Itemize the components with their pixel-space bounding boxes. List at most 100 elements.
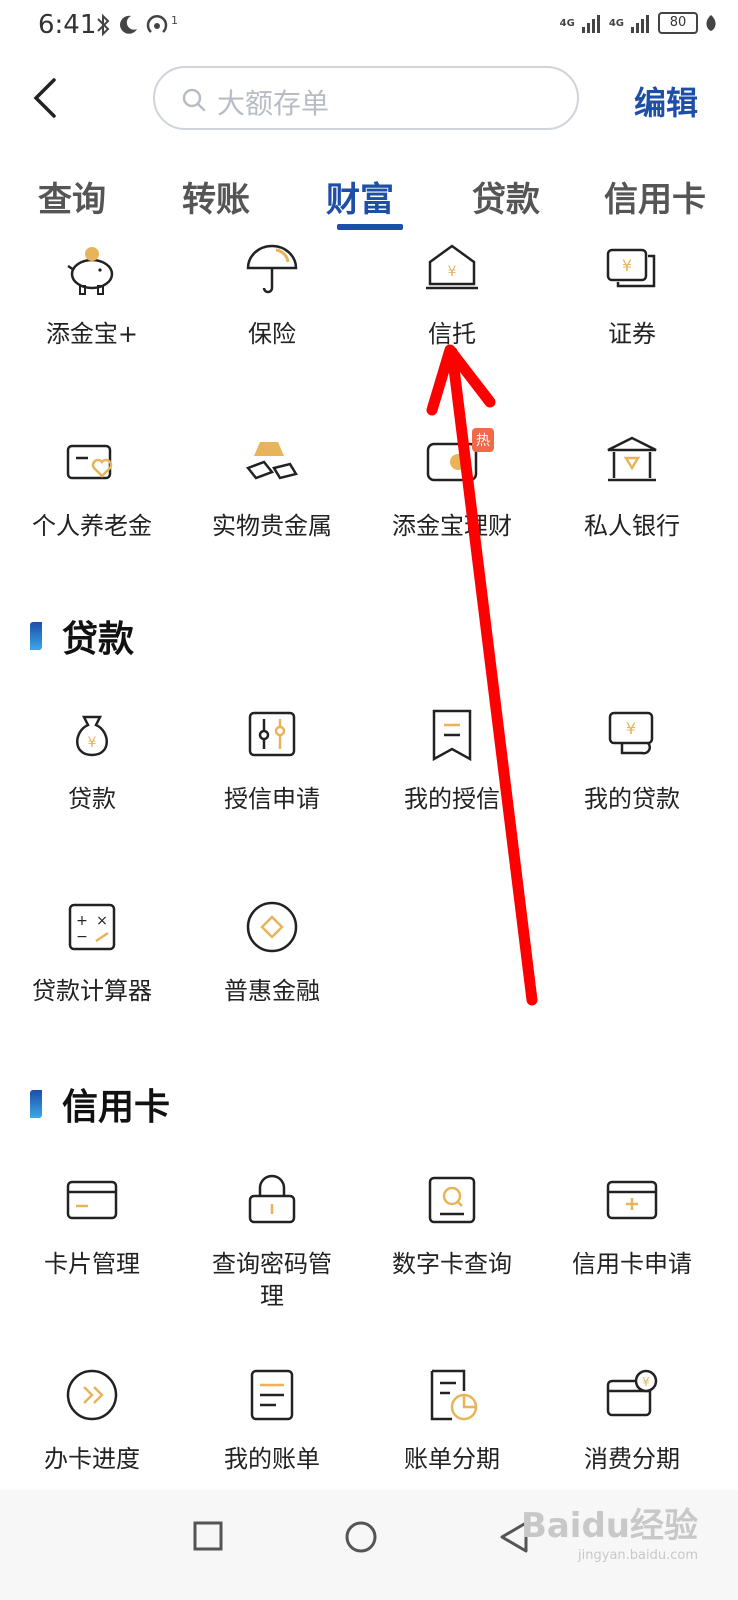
grid-item-my-bill[interactable]: 我的账单 — [180, 1365, 364, 1475]
svg-text:−: − — [76, 929, 88, 945]
grid-item-label: 信托 — [428, 320, 476, 348]
grid-item-loan[interactable]: ¥ 贷款 — [0, 705, 184, 815]
grid-item-card-apply[interactable]: 信用卡申请 — [540, 1170, 724, 1280]
grid-item-tianjinbao-wealth[interactable]: 热 添金宝理财 — [360, 428, 544, 542]
svg-text:¥: ¥ — [88, 735, 97, 751]
tab-wealth[interactable]: 财富 — [300, 172, 420, 221]
tab-credit-card[interactable]: 信用卡 — [590, 172, 720, 221]
home-icon[interactable] — [344, 1520, 378, 1554]
grid-item-label: 授信申请 — [224, 785, 320, 813]
svg-text:¥: ¥ — [626, 719, 636, 738]
grid-item-label: 保险 — [248, 320, 296, 348]
svg-text:×: × — [96, 913, 108, 929]
moon-icon — [120, 15, 137, 34]
battery-icon: 80 — [658, 12, 698, 34]
grid-item-label: 普惠金融 — [224, 977, 320, 1005]
securities-icon: ¥ — [606, 248, 656, 288]
grid-item-label: 消费分期 — [584, 1445, 680, 1473]
svg-text:¥: ¥ — [448, 264, 457, 280]
grid-item-card-manage[interactable]: 卡片管理 — [0, 1170, 184, 1280]
signal-icon — [581, 15, 600, 33]
grid-item-label: 添金宝+ — [45, 320, 139, 348]
grid-item-label: 贷款 — [68, 785, 116, 813]
grid-item-label: 贷款计算器 — [32, 977, 152, 1005]
search-card-icon — [428, 1176, 476, 1224]
back-icon[interactable] — [26, 76, 66, 120]
grid-item-bill-installment[interactable]: 账单分期 — [360, 1365, 544, 1475]
svg-text:¥: ¥ — [642, 1375, 650, 1389]
status-bar: 6:41 1 4G 4G 80 — [0, 0, 738, 52]
grid-item-label: 个人养老金 — [32, 512, 152, 540]
grid-item-label: 证券 — [608, 320, 656, 348]
bill-icon — [250, 1369, 294, 1421]
grid-item-precious-metal[interactable]: 实物贵金属 — [180, 432, 364, 542]
tab-transfer[interactable]: 转账 — [156, 172, 276, 221]
grid-item-label: 我的账单 — [224, 1445, 320, 1473]
calculator-icon: + ×− — [68, 903, 116, 951]
bill-installment-icon — [430, 1369, 478, 1421]
tab-loan[interactable]: 贷款 — [446, 172, 566, 221]
leaf-icon — [706, 15, 716, 31]
bluetooth-icon — [97, 13, 110, 37]
money-bag-icon: ¥ — [76, 715, 108, 757]
tab-query[interactable]: 查询 — [12, 172, 132, 221]
grid-item-trust[interactable]: ¥ 信托 — [360, 240, 544, 350]
network-label-2: 4G — [608, 17, 624, 29]
piggy-bank-icon — [67, 247, 114, 295]
umbrella-icon — [246, 244, 298, 294]
watermark-sub: jingyan.baidu.com — [578, 1548, 698, 1563]
hotspot-icon — [146, 15, 168, 33]
recent-apps-icon[interactable] — [192, 1520, 224, 1552]
hot-badge: 热 — [472, 428, 494, 452]
grid-item-insurance[interactable]: 保险 — [180, 240, 364, 350]
category-tabs: 查询 转账 财富 贷款 信用卡 — [0, 162, 738, 232]
lock-icon — [248, 1174, 296, 1224]
edit-button[interactable]: 编辑 — [634, 78, 698, 124]
card-apply-icon — [606, 1180, 658, 1220]
grid-item-label: 账单分期 — [404, 1445, 500, 1473]
grid-item-consume-installment[interactable]: ¥ 消费分期 — [540, 1365, 724, 1475]
watermark-text: Baidu经验 — [520, 1506, 698, 1546]
status-time: 6:41 — [38, 10, 97, 40]
grid-item-apply-progress[interactable]: 办卡进度 — [0, 1365, 184, 1475]
section-title-loan: 贷款 — [30, 610, 134, 662]
consume-installment-icon: ¥ — [606, 1369, 658, 1417]
grid-item-label: 私人银行 — [584, 512, 680, 540]
network-label-1: 4G — [559, 17, 575, 29]
grid-item-label: 我的授信 — [404, 785, 500, 813]
label-line-1: 查询密码管 — [212, 1250, 332, 1278]
grid-item-securities[interactable]: ¥ 证券 — [540, 240, 724, 350]
grid-item-personal-pension[interactable]: 个人养老金 — [0, 432, 184, 542]
grid-item-label: 实物贵金属 — [212, 512, 332, 540]
bookmark-icon — [432, 709, 472, 762]
grid-item-loan-calculator[interactable]: + × − 贷款计算器 — [0, 897, 184, 1007]
svg-text:+: + — [76, 913, 88, 929]
grid-item-inclusive-finance[interactable]: 普惠金融 — [180, 897, 364, 1007]
header: 大额存单 编辑 — [0, 62, 738, 136]
grid-item-tianjinbao-plus[interactable]: 添金宝+ — [0, 240, 184, 350]
grid-item-private-bank[interactable]: 私人银行 — [540, 432, 724, 542]
grid-item-my-credit[interactable]: 我的授信 — [360, 705, 544, 815]
label-line-2: 理 — [260, 1282, 284, 1310]
grid-item-credit-apply[interactable]: 授信申请 — [180, 705, 364, 815]
card-icon — [66, 1180, 118, 1220]
grid-item-label: 查询密码管理 — [180, 1248, 364, 1312]
search-icon — [182, 88, 206, 112]
grid-item-password-manage[interactable]: 查询密码管理 — [180, 1170, 364, 1312]
signal-icon — [631, 15, 649, 33]
hotspot-count: 1 — [171, 13, 178, 27]
grid-item-label: 信用卡申请 — [572, 1250, 692, 1278]
grid-item-label: 数字卡查询 — [392, 1250, 512, 1278]
grid-item-label: 办卡进度 — [44, 1445, 140, 1473]
arrow-head — [426, 344, 496, 416]
grid-item-digital-card-query[interactable]: 数字卡查询 — [360, 1170, 544, 1280]
section-label: 贷款 — [62, 619, 135, 660]
trust-icon: ¥ — [426, 244, 478, 290]
grid-item-my-loan[interactable]: ¥ 我的贷款 — [540, 705, 724, 815]
gold-bar-icon — [245, 442, 298, 480]
section-bar — [30, 1090, 42, 1118]
pension-card-icon — [66, 444, 113, 480]
search-input[interactable]: 大额存单 — [153, 66, 579, 130]
grid-item-label: 卡片管理 — [44, 1250, 140, 1278]
private-bank-icon — [607, 436, 657, 482]
